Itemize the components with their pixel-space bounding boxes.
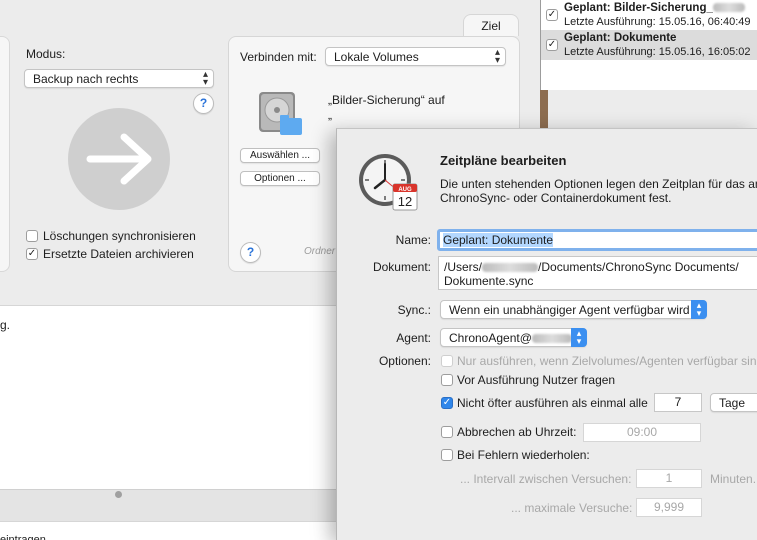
abort-time-input[interactable]: 09:00: [583, 423, 701, 442]
archive-replaced-label: Ersetzte Dateien archivieren: [43, 247, 194, 261]
retry-label: Bei Fehlern wiederholen:: [457, 448, 590, 462]
sync-trigger-select[interactable]: Wenn ein unabhängiger Agent verfügbar wi…: [440, 300, 707, 319]
name-input[interactable]: Geplant: Dokumente: [437, 229, 757, 251]
only-if-available-checkbox[interactable]: [441, 355, 453, 367]
throttle-label: Nicht öfter ausführen als einmal alle: [457, 396, 648, 410]
redacted-text: [482, 263, 539, 273]
log-bottom-text: eintragen: [0, 534, 46, 540]
redacted-text: [712, 3, 745, 13]
schedule-item[interactable]: ✓ Geplant: Dokumente Letzte Ausführung: …: [541, 30, 757, 60]
archive-replaced-checkbox[interactable]: ✓: [26, 248, 38, 260]
sync-deletions-label: Löschungen synchronisieren: [43, 229, 196, 243]
log-text: g.: [0, 318, 11, 332]
options-label: Optionen:: [378, 354, 431, 368]
schedule-list: ✓ Geplant: Bilder-Sicherung_ Letzte Ausf…: [540, 0, 757, 90]
tab-ziel[interactable]: Ziel: [463, 14, 519, 36]
name-label: Name:: [395, 233, 431, 247]
redacted-text: [531, 334, 572, 344]
ask-user-label: Vor Ausführung Nutzer fragen: [457, 373, 616, 387]
agent-value: ChronoAgent@: [449, 331, 532, 345]
agent-select[interactable]: ChronoAgent@ ▴ ▾: [440, 328, 587, 347]
clock-calendar-icon: AUG 12: [357, 152, 419, 214]
choose-button[interactable]: Auswählen ...: [240, 148, 320, 163]
chevron-updown-icon: ▴ ▾: [202, 69, 208, 88]
retry-interval-input[interactable]: 1: [636, 469, 702, 488]
throttle-checkbox[interactable]: ✓: [441, 397, 453, 409]
mode-select[interactable]: Backup nach rechts ▴ ▾: [24, 69, 214, 88]
schedule-subtitle: Letzte Ausführung: 15.05.16, 06:40:49: [564, 16, 751, 28]
interval-input[interactable]: 7: [654, 393, 702, 412]
mode-label: Modus:: [26, 47, 66, 61]
chevron-updown-icon: ▴ ▾: [571, 328, 587, 347]
help-button[interactable]: ?: [193, 93, 214, 114]
ask-user-checkbox[interactable]: [441, 374, 453, 386]
agent-label: Agent:: [396, 331, 431, 345]
schedule-title: Geplant: Dokumente: [564, 32, 677, 44]
dialog-description: Die unten stehenden Optionen legen den Z…: [440, 177, 757, 205]
interval-unit-value: Tage: [719, 396, 746, 410]
source-panel-edge: [0, 36, 10, 272]
target-description-line2: „: [328, 108, 332, 122]
abort-time-checkbox[interactable]: [441, 426, 453, 438]
calendar-month: AUG: [398, 187, 412, 193]
interval-unit-select[interactable]: Tage: [710, 393, 757, 412]
abort-time-label: Abbrechen ab Uhrzeit:: [457, 425, 577, 439]
sync-direction-arrow-icon: [68, 108, 170, 210]
folder-hint: Ordner: [304, 246, 336, 257]
sync-deletions-checkbox[interactable]: [26, 230, 38, 242]
connect-select[interactable]: Lokale Volumes ▴ ▾: [325, 47, 506, 66]
document-label: Dokument:: [372, 260, 431, 274]
only-if-available-label: Nur ausführen, wenn Zielvolumes/Agenten …: [457, 354, 757, 368]
document-path-field: /Users//Documents/ChronoSync Documents/ …: [438, 256, 757, 290]
retry-checkbox[interactable]: [441, 449, 453, 461]
target-description: „Bilder-Sicherung“ auf: [328, 93, 445, 107]
schedule-enabled-checkbox[interactable]: ✓: [546, 9, 558, 21]
splitter-handle[interactable]: [115, 491, 122, 498]
schedule-enabled-checkbox[interactable]: ✓: [546, 39, 558, 51]
mode-select-value: Backup nach rechts: [33, 72, 139, 86]
max-attempts-input[interactable]: 9,999: [636, 498, 702, 517]
retry-interval-label: ... Intervall zwischen Versuchen:: [460, 472, 632, 486]
hard-drive-icon: [256, 90, 306, 138]
schedule-item[interactable]: ✓ Geplant: Bilder-Sicherung_ Letzte Ausf…: [541, 0, 757, 30]
calendar-day: 12: [398, 194, 412, 209]
connect-select-value: Lokale Volumes: [334, 50, 419, 64]
dialog-title: Zeitpläne bearbeiten: [440, 153, 567, 168]
max-attempts-label: ... maximale Versuche:: [511, 501, 633, 515]
connect-label: Verbinden mit:: [240, 50, 317, 64]
help-button-target[interactable]: ?: [240, 242, 261, 263]
sync-label: Sync.:: [397, 303, 431, 317]
schedule-subtitle: Letzte Ausführung: 15.05.16, 16:05:02: [564, 46, 751, 58]
schedule-title: Geplant: Bilder-Sicherung_: [564, 2, 745, 14]
chevron-updown-icon: ▴ ▾: [494, 47, 500, 66]
options-button[interactable]: Optionen ...: [240, 171, 320, 186]
sync-trigger-value: Wenn ein unabhängiger Agent verfügbar wi…: [449, 303, 690, 317]
chevron-updown-icon: ▴ ▾: [691, 300, 707, 319]
retry-interval-unit: Minuten.: [710, 472, 757, 486]
